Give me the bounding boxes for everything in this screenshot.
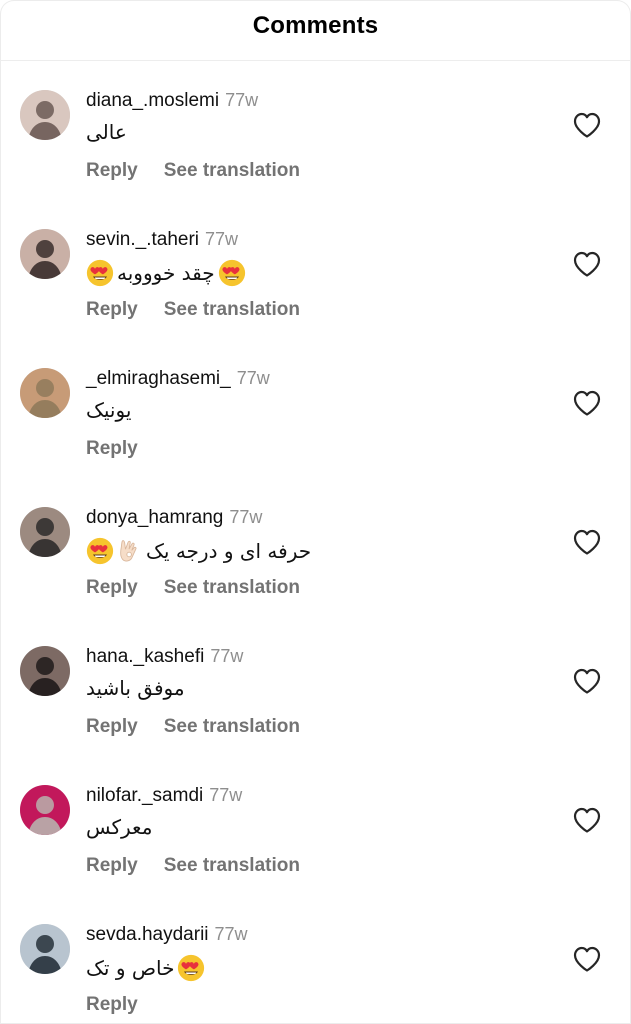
see-translation-button[interactable]: See translation <box>164 160 300 182</box>
see-translation-button[interactable]: See translation <box>164 855 300 877</box>
comment-actions: Reply See translation <box>86 299 300 321</box>
username[interactable]: hana._kashefi <box>86 646 204 668</box>
comment-row: _elmiraghasemi_ 77w یونیک Reply <box>0 368 631 507</box>
reply-button[interactable]: Reply <box>86 577 138 599</box>
comment-actions: Reply See translation <box>86 855 300 877</box>
heart-outline-icon[interactable] <box>573 390 601 416</box>
username[interactable]: donya_hamrang <box>86 507 223 529</box>
comment-meta: sevin._.taheri 77w <box>86 229 238 253</box>
see-translation-button[interactable]: See translation <box>164 299 300 321</box>
comment-row: donya_hamrang 77w حرفه ای و درجه یک Reply S… <box>0 507 631 646</box>
comment-meta: sevda.haydarii 77w <box>86 924 248 948</box>
reply-button[interactable]: Reply <box>86 160 138 182</box>
comment-actions: Reply <box>86 994 138 1016</box>
heart-eyes-emoji-icon <box>218 259 245 287</box>
comment-row: diana_.moslemi 77w عالی Reply See translatio… <box>0 90 631 229</box>
comment-body: حرفه ای و درجه یک <box>146 539 312 563</box>
comment-meta: donya_hamrang 77w <box>86 507 262 531</box>
comment-body: خاص و تک <box>86 956 175 980</box>
see-translation-button[interactable]: See translation <box>164 716 300 738</box>
comment-text: حرفه ای و درجه یک <box>86 537 311 565</box>
ok-hand-emoji-icon <box>120 540 137 562</box>
timestamp: 77w <box>209 785 243 805</box>
comment-body: موفق باشید <box>86 676 185 700</box>
username[interactable]: diana_.moslemi <box>86 90 219 112</box>
timestamp: 77w <box>205 229 239 249</box>
username[interactable]: sevin._.taheri <box>86 229 199 251</box>
heart-outline-icon[interactable] <box>573 946 601 972</box>
comment-body: یونیک <box>86 398 132 422</box>
comment-actions: Reply See translation <box>86 160 300 182</box>
reply-button[interactable]: Reply <box>86 438 138 460</box>
avatar[interactable] <box>20 229 70 279</box>
heart-eyes-emoji-icon <box>86 259 114 287</box>
comment-row: nilofar._samdi 77w معرکس Reply See translati… <box>0 785 631 924</box>
comment-meta: diana_.moslemi 77w <box>86 90 258 114</box>
page-title: Comments <box>252 12 379 39</box>
heart-outline-icon[interactable] <box>573 251 601 277</box>
comment-body: چقد خوووبه <box>117 261 215 285</box>
comment-row: sevin._.taheri 77w چقد خوووبه Reply See tr… <box>0 229 631 368</box>
comment-row: hana._kashefi 77w موفق باشید Reply See trans… <box>0 646 631 785</box>
timestamp: 77w <box>210 646 244 666</box>
reply-button[interactable]: Reply <box>86 299 138 321</box>
heart-outline-icon[interactable] <box>573 668 601 694</box>
reply-button[interactable]: Reply <box>86 855 138 877</box>
heart-outline-icon[interactable] <box>573 807 601 833</box>
comment-text: عالی <box>86 120 127 144</box>
avatar[interactable] <box>20 785 70 835</box>
comment-text: معرکس <box>86 815 152 839</box>
comment-row: sevda.haydarii 77w خاص و تک Reply <box>0 924 631 1024</box>
heart-outline-icon[interactable] <box>573 112 601 138</box>
comment-actions: Reply <box>86 438 138 460</box>
avatar[interactable] <box>20 507 70 557</box>
reply-button[interactable]: Reply <box>86 994 138 1016</box>
timestamp: 77w <box>229 507 263 527</box>
timestamp: 77w <box>236 368 270 388</box>
heart-outline-icon[interactable] <box>573 529 601 555</box>
comment-text: موفق باشید <box>86 676 185 700</box>
avatar[interactable] <box>20 368 70 418</box>
heart-eyes-emoji-icon <box>86 537 114 565</box>
username[interactable]: nilofar._samdi <box>86 785 203 807</box>
comment-meta: nilofar._samdi 77w <box>86 785 242 809</box>
comment-body: معرکس <box>86 815 153 839</box>
comment-text: یونیک <box>86 398 131 422</box>
comments-sheet: Comments diana_.moslemi 77w عالی Reply See t… <box>0 0 631 1024</box>
comment-actions: Reply See translation <box>86 577 300 599</box>
avatar[interactable] <box>20 924 70 974</box>
comment-body: عالی <box>86 120 127 144</box>
timestamp: 77w <box>225 90 259 110</box>
reply-button[interactable]: Reply <box>86 716 138 738</box>
username[interactable]: sevda.haydarii <box>86 924 209 946</box>
see-translation-button[interactable]: See translation <box>164 577 300 599</box>
comment-meta: _elmiraghasemi_ 77w <box>86 368 270 392</box>
timestamp: 77w <box>214 924 248 944</box>
comments-header: Comments <box>0 0 631 61</box>
comment-text: چقد خوووبه <box>86 259 246 287</box>
comment-meta: hana._kashefi 77w <box>86 646 243 670</box>
comment-actions: Reply See translation <box>86 716 300 738</box>
avatar[interactable] <box>20 90 70 140</box>
username[interactable]: _elmiraghasemi_ <box>86 368 231 390</box>
heart-eyes-emoji-icon <box>178 954 205 982</box>
comment-text: خاص و تک <box>86 954 205 982</box>
avatar[interactable] <box>20 646 70 696</box>
